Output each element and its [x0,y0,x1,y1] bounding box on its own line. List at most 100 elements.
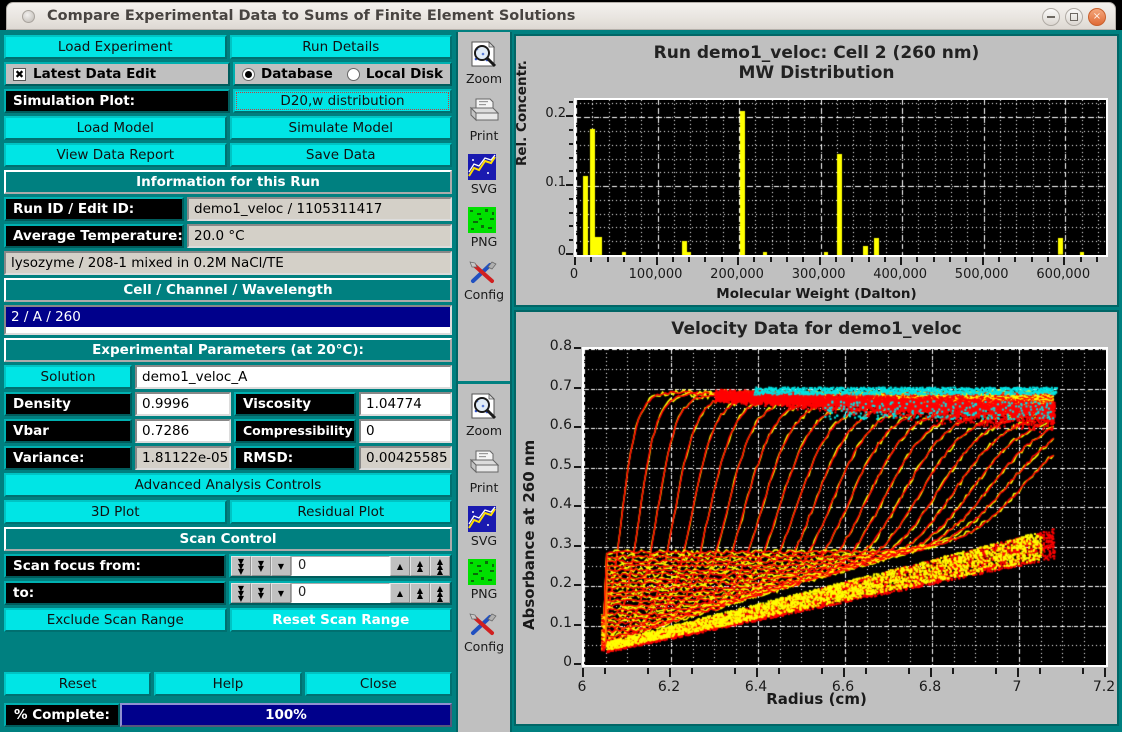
mw-x-minor-tick [834,257,837,262]
exclude-scan-range-button[interactable]: Exclude Scan Range [4,608,227,632]
radio-database-label: Database [260,66,333,82]
velocity-y-tickmark [574,426,581,428]
scan-focus-from-label: Scan focus from: [4,554,226,578]
load-model-button[interactable]: Load Model [4,116,227,140]
row-model: Load Model Simulate Model [4,116,452,140]
radio-local-disk[interactable]: Local Disk [346,66,443,82]
scan-to-input[interactable]: 0 [291,583,390,603]
mw-x-minor-tick [622,257,625,262]
reset-scan-range-button[interactable]: Reset Scan Range [229,608,452,632]
scan-to-decrement-double-icon[interactable]: ▼ ▼ [251,583,271,603]
zoom-tool-bottom[interactable]: Zoom [466,392,502,438]
3d-plot-button[interactable]: 3D Plot [4,500,227,524]
application-window: Compare Experimental Data to Sums of Fin… [0,0,1122,732]
mw-x-minor-tick [1014,257,1017,262]
png-tool-top[interactable]: PNG [468,207,500,249]
mw-x-tickmark [981,257,984,265]
scan-from-increment-single-icon[interactable]: ▲ [390,556,410,576]
cell-channel-selected-item[interactable]: 2 / A / 260 [6,307,450,327]
minimize-button[interactable] [1042,8,1060,26]
print-tool-top[interactable]: Print [468,97,500,143]
config-tool-top[interactable]: Config [464,260,504,302]
radio-unselected-icon [346,67,360,81]
simulation-plot-select[interactable]: D20,w distribution [233,89,452,113]
row-exp-params-banner: Experimental Parameters (at 20°C): [4,338,452,362]
velocity-y-tickmark [574,584,581,586]
velocity-data-plot[interactable]: Velocity Data for demo1_veloc 0 0.1 0.2 0.3… [514,310,1119,726]
velocity-x-minor-tick [1082,668,1085,674]
maximize-button[interactable] [1065,8,1083,26]
compressibility-value-field[interactable]: 0 [359,419,452,443]
compressibility-label: Compressibility [234,419,356,443]
svg-tool-top[interactable]: SVG [468,154,500,196]
row-bottom-buttons: Reset Help Close [4,672,452,696]
window-menu-icon[interactable] [22,9,35,23]
advanced-analysis-controls-button[interactable]: Advanced Analysis Controls [4,473,452,497]
cell-channel-listbox[interactable]: 2 / A / 260 [4,305,452,335]
reset-button[interactable]: Reset [4,672,152,696]
mw-x-minor-tick [720,257,723,262]
mw-distribution-plot[interactable]: Run demo1_veloc: Cell 2 (260 nm) MW Dist… [514,34,1119,307]
png-tool-bottom[interactable]: PNG [468,558,500,601]
print-tool-bottom[interactable]: Print [468,449,500,495]
solution-value-field[interactable]: demo1_veloc_A [135,365,452,389]
print-icon [468,449,500,479]
residual-plot-button[interactable]: Residual Plot [229,500,452,524]
mw-x-minor-tick [916,257,919,262]
scan-from-decrement-double-icon[interactable]: ▼ ▼ [251,556,271,576]
velocity-y-tickmark [574,505,581,507]
config-tool-bottom[interactable]: Config [464,612,504,654]
row-description: lysozyme / 208-1 mixed in 0.2M NaCl/TE [4,251,452,275]
mw-x-minor-tick [639,257,642,262]
solution-button[interactable]: Solution [4,365,132,389]
velocity-plot-canvas [582,347,1108,667]
print-tool-label: Print [469,128,499,143]
velocity-y-tick: 0.8 [549,338,572,354]
mw-x-tick: 0 [569,267,579,282]
view-data-report-button[interactable]: View Data Report [4,143,227,167]
density-value-field[interactable]: 0.9996 [135,392,231,416]
run-details-button[interactable]: Run Details [229,35,452,59]
scan-to-increment-triple-icon[interactable]: ▲ ▲ ▲ [430,583,450,603]
mw-y-tick: 0 [557,244,566,259]
vbar-value-field[interactable]: 0.7286 [135,419,231,443]
help-button[interactable]: Help [154,672,302,696]
save-data-button[interactable]: Save Data [229,143,452,167]
mw-x-tick: 500,000 [954,267,1009,282]
zoom-tool-top[interactable]: Zoom [466,40,502,86]
vbar-label: Vbar [4,419,132,443]
variance-value: 1.81122e-05 [135,446,231,470]
close-button[interactable]: × [1088,8,1106,26]
velocity-x-tickmark [843,668,845,677]
scan-from-decrement-single-icon[interactable]: ▼ [271,556,291,576]
close-dialog-button[interactable]: Close [304,672,452,696]
print-tool-label: Print [469,479,499,495]
latest-data-edit-checkbox[interactable]: ✖ Latest Data Edit [4,62,230,86]
radio-database[interactable]: Database [241,66,333,82]
control-panel: Load Experiment Run Details ✖ Latest Dat… [0,32,456,732]
scan-from-increment-double-icon[interactable]: ▲ ▲ [410,556,430,576]
zoom-icon [468,392,500,422]
velocity-x-minor-tick [603,668,606,674]
svg-tool-label: SVG [470,181,498,196]
mw-y-tickmark [566,115,573,118]
scan-from-increment-triple-icon[interactable]: ▲ ▲ ▲ [430,556,450,576]
simulate-model-button[interactable]: Simulate Model [229,116,452,140]
mw-x-minor-tick [786,257,788,262]
row-scan-range-buttons: Exclude Scan Range Reset Scan Range [4,608,452,632]
scan-from-decrement-triple-icon[interactable]: ▼ ▼ ▼ [231,556,251,576]
scan-to-decrement-triple-icon[interactable]: ▼ ▼ ▼ [231,583,251,603]
scan-to-decrement-single-icon[interactable]: ▼ [271,583,291,603]
viscosity-value-field[interactable]: 1.04774 [359,392,452,416]
scan-from-input[interactable]: 0 [291,556,390,576]
row-report-save: View Data Report Save Data [4,143,452,167]
scan-to-increment-single-icon[interactable]: ▲ [390,583,410,603]
print-icon [468,97,500,127]
window-button-group: × [1042,8,1106,26]
load-experiment-button[interactable]: Load Experiment [4,35,227,59]
svg-tool-bottom[interactable]: SVG [468,505,500,548]
row-simulation-plot: Simulation Plot: D20,w distribution [4,89,452,113]
scan-to-increment-double-icon[interactable]: ▲ ▲ [410,583,430,603]
svg-tool-label: SVG [470,532,498,548]
run-id-value: demo1_veloc / 1105311417 [187,197,452,221]
